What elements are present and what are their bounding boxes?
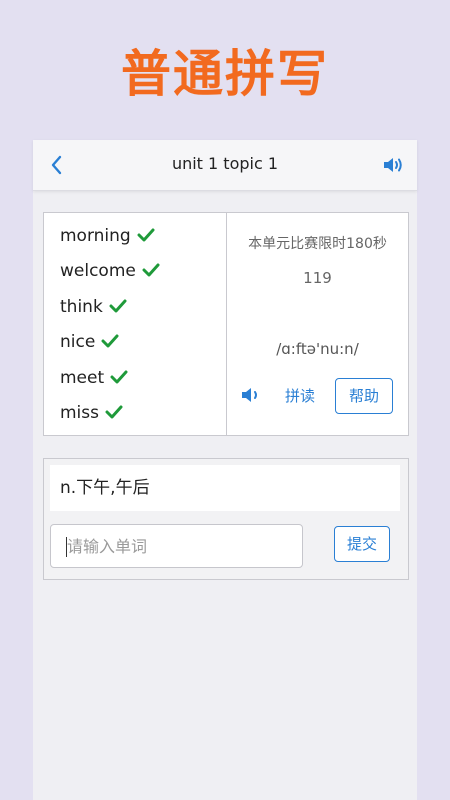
speaker-icon [242,388,257,402]
word-text: think [60,297,103,317]
speaker-icon [384,158,402,172]
list-item: morning [60,226,155,246]
phonetic-text: /ɑ:ftə'nu:n/ [276,340,359,358]
list-item: meet [60,368,128,388]
word-panel: morning welcome think nice meet miss 本单元… [43,212,409,436]
pronounce-button[interactable] [239,383,265,407]
info-column: 本单元比赛限时180秒 119 /ɑ:ftə'nu:n/ 拼读 帮助 [227,213,408,435]
promo-title: 普通拼写 [121,45,329,103]
spell-read-link[interactable]: 拼读 [285,385,315,406]
list-item: miss [60,403,123,423]
countdown-text: 119 [303,269,332,287]
check-icon [109,299,127,313]
check-icon [105,405,123,419]
back-button[interactable] [45,153,69,177]
list-item: think [60,297,127,317]
word-text: meet [60,368,105,388]
text-caret [66,537,67,557]
app-screen: unit 1 topic 1 morning welcome think nic… [33,140,417,800]
meaning-text: n.下午,午后 [50,465,400,511]
submit-button[interactable]: 提交 [334,526,390,562]
play-sound-button[interactable] [381,153,405,177]
check-icon [142,263,160,277]
word-input[interactable] [50,524,303,568]
word-text: miss [60,403,99,423]
check-icon [110,370,128,384]
list-item: welcome [60,261,160,281]
check-icon [137,228,155,242]
check-icon [101,334,119,348]
top-bar: unit 1 topic 1 [33,140,417,191]
time-limit-text: 本单元比赛限时180秒 [248,236,387,252]
answer-panel: n.下午,午后 提交 [43,458,409,580]
page-title: unit 1 topic 1 [171,154,279,173]
chevron-left-icon [51,155,62,175]
word-text: morning [60,226,131,246]
help-button[interactable]: 帮助 [335,378,393,414]
word-list[interactable]: morning welcome think nice meet miss [44,213,227,435]
list-item: nice [60,332,119,352]
word-text: nice [60,332,96,352]
word-text: welcome [60,261,136,281]
